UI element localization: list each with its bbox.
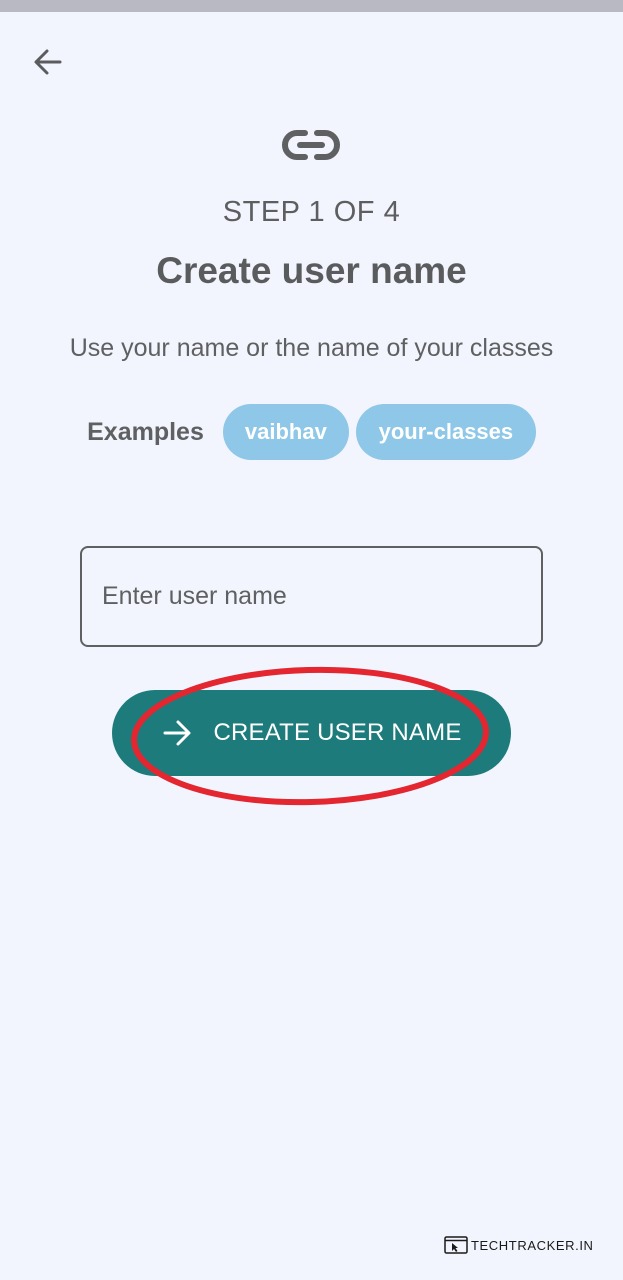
watermark: TECHTRACKER.IN [444,1234,594,1256]
create-button-label: CREATE USER NAME [213,719,462,746]
example-chip-your-classes[interactable]: your-classes [355,404,536,460]
link-icon [282,130,340,160]
username-input[interactable] [80,546,543,647]
examples-label: Examples [87,417,204,446]
examples-row: Examples vaibhav your-classes [0,404,623,460]
arrow-left-icon [34,49,62,75]
browser-cursor-icon [444,1236,468,1254]
example-chip-vaibhav[interactable]: vaibhav [222,404,349,460]
arrow-right-icon [161,717,193,749]
page-subtitle: Use your name or the name of your classe… [69,334,554,362]
back-button[interactable] [26,40,70,84]
page-title: Create user name [156,250,467,291]
step-indicator: STEP 1 OF 4 [222,196,401,228]
watermark-text: TECHTRACKER.IN [471,1237,594,1253]
create-user-name-button[interactable]: CREATE USER NAME [112,690,511,776]
status-bar [0,0,623,12]
